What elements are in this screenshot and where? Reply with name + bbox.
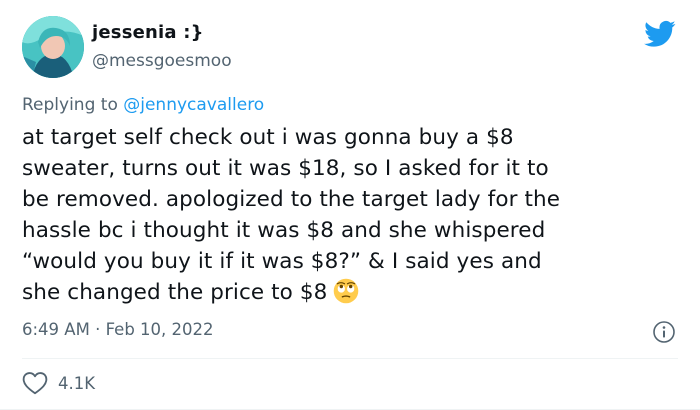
tweet-text-line: at target self check out i was gonna buy… [22,125,514,150]
tweet-text-line: be removed. apologized to the target lad… [22,187,561,212]
meta-separator: · [89,320,106,339]
like-button[interactable]: 4.1K [22,371,95,395]
author-display-name[interactable]: jessenia :} [92,22,204,43]
twitter-bird-icon[interactable] [644,20,676,48]
tweet-card: jessenia :} @messgoesmoo Replying to @je… [0,0,700,410]
tweet-text-line: hassle bc i thought it was $8 and she wh… [22,218,546,243]
replying-to-label: Replying to [22,95,124,115]
tweet-text-line: “would you buy it if it was $8?” & I sai… [22,249,542,274]
tweet-date[interactable]: Feb 10, 2022 [106,320,214,339]
heart-icon[interactable] [22,371,48,395]
info-icon[interactable] [652,320,676,344]
replying-to: Replying to @jennycavallero [22,95,264,115]
eye-roll-emoji-icon [334,278,359,304]
like-count: 4.1K [58,373,96,393]
tweet-text-line: sweater, turns out it was $18, so I aske… [22,156,549,181]
tweet-text: at target self check out i was gonna buy… [22,122,682,308]
divider [22,358,678,359]
tweet-text-line: she changed the price to $8 [22,280,328,305]
tweet-time[interactable]: 6:49 AM [22,320,90,339]
avatar[interactable] [22,16,84,78]
tweet-timestamp[interactable]: 6:49 AM · Feb 10, 2022 [22,320,214,339]
tweet-text-last-line: she changed the price to $8 [22,277,682,308]
author-handle[interactable]: @messgoesmoo [92,51,232,71]
reply-mention-link[interactable]: @jennycavallero [123,95,264,115]
